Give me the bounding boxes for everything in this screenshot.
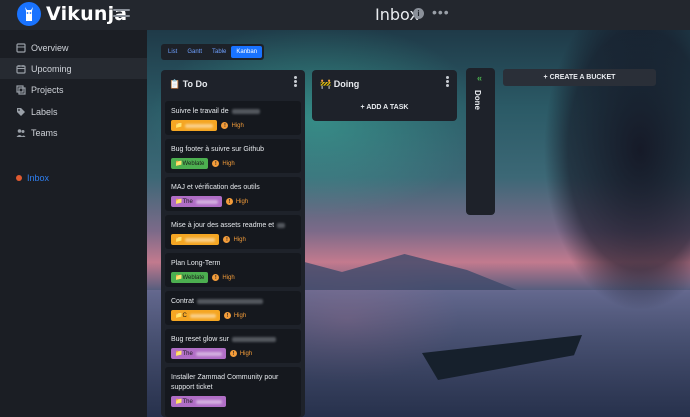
more-options-icon[interactable]: ••• (432, 4, 450, 20)
sidebar-item-projects[interactable]: Projects (0, 79, 147, 100)
bucket-title: Done (473, 90, 482, 110)
overview-icon (16, 42, 26, 53)
priority-text: High (233, 312, 247, 319)
priority-icon: ! (225, 198, 233, 205)
task-meta: 📁 Weblate ! High (171, 158, 235, 169)
task-title: Bug reset glow sur (171, 336, 229, 343)
create-bucket-button[interactable]: + CREATE A BUCKET (503, 69, 656, 86)
task-meta: 📁 C ! High (171, 310, 246, 321)
task-card[interactable]: Mise à jour des assets readme et 📁 ! Hig… (165, 215, 301, 249)
tab-table[interactable]: Table (207, 46, 231, 58)
add-task-button[interactable]: + ADD A TASK (312, 104, 457, 111)
task-title: Plan Long-Term (171, 260, 221, 267)
priority-text: High (231, 122, 244, 129)
priority-text: High (222, 274, 235, 281)
priority-icon: ! (223, 236, 231, 243)
sidebar-item-overview[interactable]: Overview (0, 37, 147, 58)
task-title: MAJ et vérification des outils (171, 184, 260, 191)
task-label[interactable]: 📁 The (171, 196, 222, 207)
users-icon (16, 128, 26, 138)
task-label[interactable]: 📁 (171, 120, 218, 131)
sidebar-item-label: Overview (31, 42, 69, 53)
bucket-done-collapsed[interactable]: « Done (466, 68, 495, 215)
calendar-icon (16, 64, 26, 74)
task-label[interactable]: 📁 C (171, 310, 220, 321)
task-label[interactable]: 📁 The (171, 348, 226, 359)
priority-text: High (239, 350, 253, 357)
priority-text: High (235, 198, 249, 205)
sidebar-project-inbox[interactable]: Inbox (16, 173, 49, 183)
priority-icon: ! (212, 160, 220, 167)
task-meta: 📁 ! High (171, 120, 244, 131)
task-card[interactable]: Contrat 📁 C ! High (165, 291, 301, 325)
sidebar-item-upcoming[interactable]: Upcoming (0, 58, 147, 79)
bucket-menu-icon[interactable] (446, 76, 449, 87)
expand-chevron-icon[interactable]: « (477, 73, 482, 83)
project-color-dot (16, 175, 22, 181)
task-card[interactable]: Installer Zammad Community pour support … (165, 367, 301, 417)
tags-icon (16, 107, 26, 117)
sidebar-item-label: Projects (31, 84, 64, 95)
layers-icon (16, 84, 26, 95)
task-card[interactable]: MAJ et vérification des outils 📁 The ! H… (165, 177, 301, 211)
tab-list[interactable]: List (163, 46, 182, 58)
task-title: Mise à jour des assets readme et (171, 222, 275, 229)
top-bar: Vikunja Inbox i ••• (0, 0, 690, 30)
menu-toggle-icon[interactable] (113, 9, 130, 19)
task-card[interactable]: Suivre le travail de 📁 ! High (165, 101, 301, 135)
bucket-doing: 🚧 Doing + ADD A TASK (312, 70, 457, 121)
task-meta: 📁 ! High (171, 234, 246, 245)
task-meta: 📁 The ! High (171, 196, 248, 207)
task-title: Bug footer à suivre sur Github (171, 146, 264, 153)
view-switcher: List Gantt Table Kanban (161, 44, 265, 60)
task-title: Contrat (171, 298, 194, 305)
priority-text: High (233, 236, 246, 243)
sidebar-item-label: Upcoming (31, 63, 72, 74)
task-card[interactable]: Bug footer à suivre sur Github 📁 Weblate… (165, 139, 301, 173)
vikunja-logo-icon[interactable] (17, 2, 41, 26)
priority-icon: ! (223, 312, 231, 319)
task-title: Suivre le travail de (171, 108, 229, 115)
bucket-title[interactable]: 🚧 Doing (320, 79, 359, 90)
task-label[interactable]: 📁 (171, 234, 220, 245)
sidebar-item-teams[interactable]: Teams (0, 122, 147, 143)
sidebar: Overview Upcoming Projects Labels Teams … (0, 30, 147, 417)
task-label[interactable]: 📁 Weblate (171, 272, 209, 283)
task-card[interactable]: Plan Long-Term 📁 Weblate ! High (165, 253, 301, 287)
task-label[interactable]: 📁 Weblate (171, 158, 209, 169)
priority-icon: ! (229, 350, 237, 357)
redacted-text (196, 298, 263, 304)
background-tree (480, 30, 690, 417)
bucket-menu-icon[interactable] (294, 76, 297, 87)
task-meta: 📁 The ! High (171, 348, 252, 359)
sidebar-item-label: Labels (31, 106, 58, 117)
tab-kanban[interactable]: Kanban (231, 46, 263, 58)
priority-text: High (222, 160, 235, 167)
tab-gantt[interactable]: Gantt (182, 46, 207, 58)
redacted-text (277, 222, 286, 228)
priority-icon: ! (212, 274, 220, 281)
redacted-text (231, 108, 260, 114)
sidebar-item-label: Teams (31, 127, 58, 138)
task-card[interactable]: Bug reset glow sur 📁 The ! High (165, 329, 301, 363)
priority-icon: ! (221, 122, 229, 129)
task-title: Installer Zammad Community pour support … (171, 374, 279, 391)
task-meta: 📁 The (171, 396, 226, 407)
sidebar-project-label: Inbox (27, 173, 50, 183)
bucket-todo: 📋 To Do Suivre le travail de 📁 ! High Bu… (161, 70, 305, 417)
bucket-title[interactable]: 📋 To Do (169, 79, 208, 90)
info-icon[interactable]: i (413, 8, 424, 19)
task-label[interactable]: 📁 The (171, 396, 226, 407)
task-meta: 📁 Weblate ! High (171, 272, 235, 283)
sidebar-item-labels[interactable]: Labels (0, 101, 147, 122)
redacted-text (231, 336, 276, 342)
